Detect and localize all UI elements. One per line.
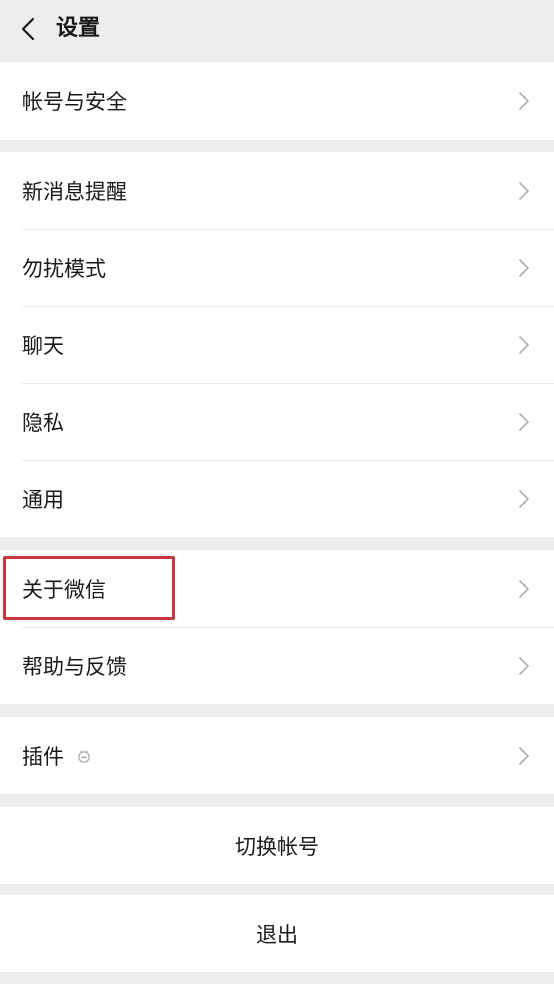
settings-item-privacy[interactable]: 隐私 xyxy=(0,383,554,460)
chevron-right-icon xyxy=(518,579,530,599)
logout-label: 退出 xyxy=(256,922,298,947)
settings-item-label: 勿扰模式 xyxy=(22,256,106,281)
chevron-right-icon xyxy=(518,335,530,355)
settings-item-label: 新消息提醒 xyxy=(22,179,127,204)
settings-item-general[interactable]: 通用 xyxy=(0,460,554,537)
settings-group-general: 新消息提醒 勿扰模式 聊天 隐私 通用 xyxy=(0,152,554,537)
settings-item-label: 帮助与反馈 xyxy=(22,654,127,679)
settings-item-do-not-disturb[interactable]: 勿扰模式 xyxy=(0,229,554,306)
settings-item-label: 通用 xyxy=(22,487,64,512)
settings-item-plugins[interactable]: 插件 xyxy=(0,717,554,794)
plugin-icon xyxy=(76,748,92,764)
chevron-right-icon xyxy=(518,656,530,676)
chevron-right-icon xyxy=(518,258,530,278)
settings-item-label: 关于微信 xyxy=(22,577,106,602)
settings-item-about-wechat[interactable]: 关于微信 xyxy=(0,550,554,627)
settings-item-text: 插件 xyxy=(22,744,64,769)
settings-item-help-feedback[interactable]: 帮助与反馈 xyxy=(0,627,554,704)
chevron-right-icon xyxy=(518,91,530,111)
chevron-right-icon xyxy=(518,489,530,509)
chevron-right-icon xyxy=(518,412,530,432)
chevron-right-icon xyxy=(518,181,530,201)
chevron-right-icon xyxy=(518,746,530,766)
switch-account-button[interactable]: 切换帐号 xyxy=(0,807,554,884)
settings-group-account: 帐号与安全 xyxy=(0,62,554,140)
settings-item-label: 聊天 xyxy=(22,333,64,358)
page-title: 设置 xyxy=(56,16,101,41)
settings-item-label: 帐号与安全 xyxy=(22,90,127,114)
navigation-bar: 设置 xyxy=(0,0,554,60)
settings-group-plugins: 插件 xyxy=(0,717,554,794)
logout-button[interactable]: 退出 xyxy=(0,895,554,972)
settings-item-account-security[interactable]: 帐号与安全 xyxy=(0,62,554,140)
settings-group-about: 关于微信 帮助与反馈 xyxy=(0,550,554,704)
switch-account-label: 切换帐号 xyxy=(235,834,319,859)
chevron-left-icon xyxy=(21,17,35,41)
settings-item-label: 隐私 xyxy=(22,410,64,435)
back-button[interactable] xyxy=(14,14,42,44)
settings-item-new-message-notification[interactable]: 新消息提醒 xyxy=(0,152,554,229)
settings-item-chat[interactable]: 聊天 xyxy=(0,306,554,383)
settings-item-label: 插件 xyxy=(22,741,92,771)
